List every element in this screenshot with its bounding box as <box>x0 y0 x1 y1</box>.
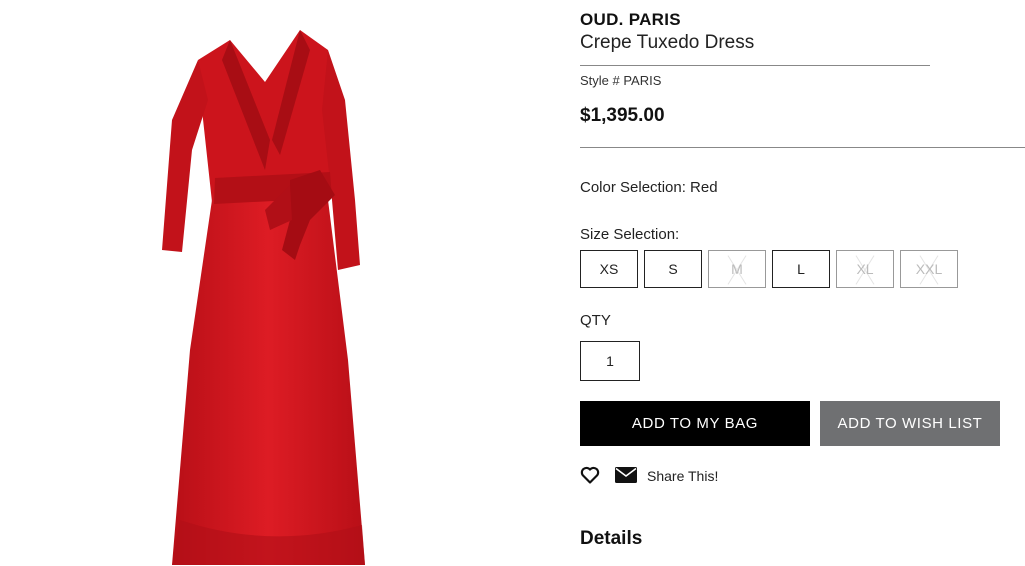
size-option-xxl: XXL <box>900 250 958 288</box>
size-option-label: L <box>797 261 805 277</box>
size-options: XS S M L XL XXL <box>580 250 958 288</box>
details-heading: Details <box>580 528 643 549</box>
product-image <box>162 30 365 565</box>
envelope-icon[interactable] <box>615 467 637 483</box>
add-to-wishlist-button[interactable]: ADD TO WISH LIST <box>820 401 1000 446</box>
size-option-label: XS <box>599 261 619 277</box>
size-option-label: XL <box>856 261 874 277</box>
qty-input[interactable] <box>580 341 640 381</box>
size-option-l[interactable]: L <box>772 250 830 288</box>
size-option-xl: XL <box>836 250 894 288</box>
size-option-label: XXL <box>915 261 943 277</box>
brand-name: OUD. PARIS <box>580 10 681 29</box>
qty-label: QTY <box>580 312 611 329</box>
divider <box>580 147 1025 148</box>
size-option-m: M <box>708 250 766 288</box>
product-info-panel: OUD. PARIS Crepe Tuxedo Dress Style # PA… <box>580 0 1025 566</box>
size-option-label: S <box>668 261 678 277</box>
heart-icon[interactable] <box>580 465 600 485</box>
share-link[interactable]: Share This! <box>647 468 718 484</box>
product-name: Crepe Tuxedo Dress <box>580 32 755 53</box>
add-to-bag-button[interactable]: ADD TO MY BAG <box>580 401 810 446</box>
size-option-xs[interactable]: XS <box>580 250 638 288</box>
size-option-label: M <box>731 261 743 277</box>
size-selection-label: Size Selection: <box>580 226 680 243</box>
style-number: Style # PARIS <box>580 73 662 88</box>
size-option-s[interactable]: S <box>644 250 702 288</box>
divider <box>580 65 930 66</box>
color-selection-label: Color Selection: Red <box>580 179 718 196</box>
product-price: $1,395.00 <box>580 105 665 126</box>
